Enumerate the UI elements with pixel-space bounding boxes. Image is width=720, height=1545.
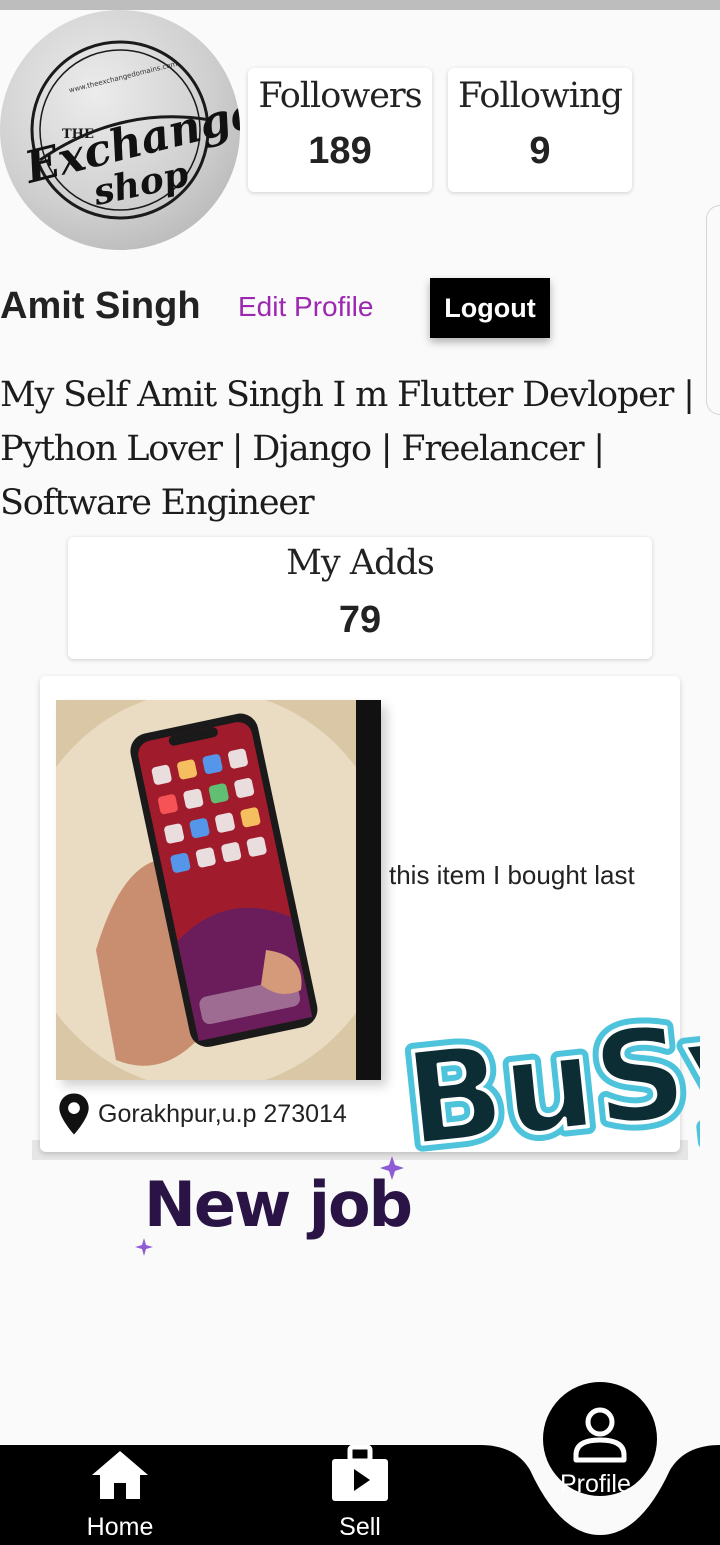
logout-button[interactable]: Logout <box>430 278 550 338</box>
nav-profile-label: Profile <box>560 1470 631 1498</box>
phone-in-hand-image <box>56 700 381 1080</box>
nav-item-home[interactable]: Home <box>50 1445 190 1545</box>
my-adds-count: 79 <box>338 599 382 641</box>
profile-bio: My Self Amit Singh I m Flutter Devloper … <box>0 375 695 523</box>
home-icon <box>92 1451 148 1499</box>
busy-sticker: BuSy BuSy <box>400 990 700 1184</box>
nav-sell-label: Sell <box>339 1513 381 1541</box>
exchange-shop-logo: THE Exchange shop www.theexchangedomains… <box>18 40 240 220</box>
my-adds-label: My Adds <box>286 543 435 583</box>
following-card[interactable]: Following 9 <box>448 68 632 192</box>
location-pin-icon <box>59 1093 89 1135</box>
busy-text: BuSy <box>400 990 700 1176</box>
nav-item-sell[interactable]: Sell <box>290 1445 430 1545</box>
logo-text-url: www.theexchangedomains.com <box>68 60 178 95</box>
item-photo[interactable] <box>56 700 381 1080</box>
edit-profile-link[interactable]: Edit Profile <box>238 291 373 323</box>
item-location: Gorakhpur,u.p 273014 <box>56 1092 347 1136</box>
my-adds-card[interactable]: My Adds 79 <box>68 537 652 659</box>
profile-avatar[interactable]: THE Exchange shop www.theexchangedomains… <box>0 10 240 250</box>
followers-card[interactable]: Followers 189 <box>248 68 432 192</box>
nav-home-label: Home <box>86 1513 154 1541</box>
new-job-sticker: New job <box>135 1156 413 1256</box>
location-text: Gorakhpur,u.p 273014 <box>98 1099 347 1128</box>
shop-bag-icon <box>332 1445 388 1501</box>
profile-name: Amit Singh <box>0 285 201 327</box>
new-job-text: New job <box>144 1168 411 1241</box>
following-label: Following <box>457 76 623 116</box>
item-description: this item I bought last <box>389 860 635 890</box>
followers-count: 189 <box>308 130 372 172</box>
followers-label: Followers <box>258 76 422 116</box>
following-count: 9 <box>529 130 551 172</box>
status-bar-strip <box>0 0 720 10</box>
